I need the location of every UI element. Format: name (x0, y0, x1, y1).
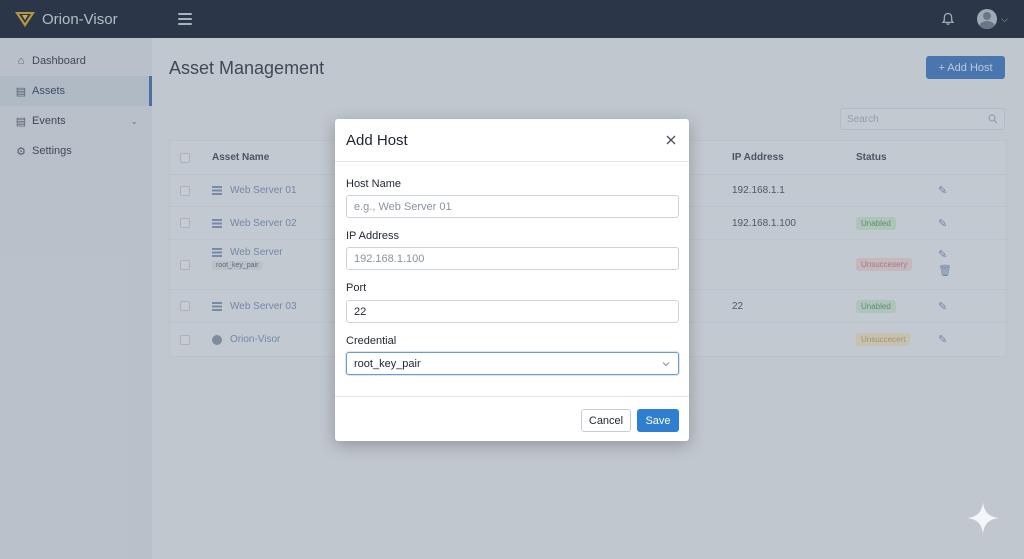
save-button[interactable]: Save (637, 409, 679, 432)
port-label: Port (346, 282, 367, 294)
add-host-dialog: Add Host Host Name IP Address Port Crede… (335, 119, 689, 441)
dialog-header: Add Host (335, 119, 689, 162)
ip-address-label: IP Address (346, 230, 399, 242)
host-name-input[interactable] (346, 195, 679, 218)
ip-address-input[interactable] (346, 247, 679, 270)
port-input[interactable] (346, 300, 679, 323)
host-name-label: Host Name (346, 178, 402, 190)
close-icon[interactable] (664, 133, 678, 147)
credential-label: Credential (346, 335, 397, 347)
credential-selected-value: root_key_pair (354, 357, 421, 370)
dialog-title: Add Host (346, 132, 408, 149)
sparkle-icon (967, 502, 999, 534)
dialog-footer: Cancel Save (335, 396, 689, 441)
credential-select[interactable]: root_key_pair (346, 352, 679, 375)
chevron-down-icon (662, 362, 670, 367)
cancel-button[interactable]: Cancel (581, 409, 631, 432)
